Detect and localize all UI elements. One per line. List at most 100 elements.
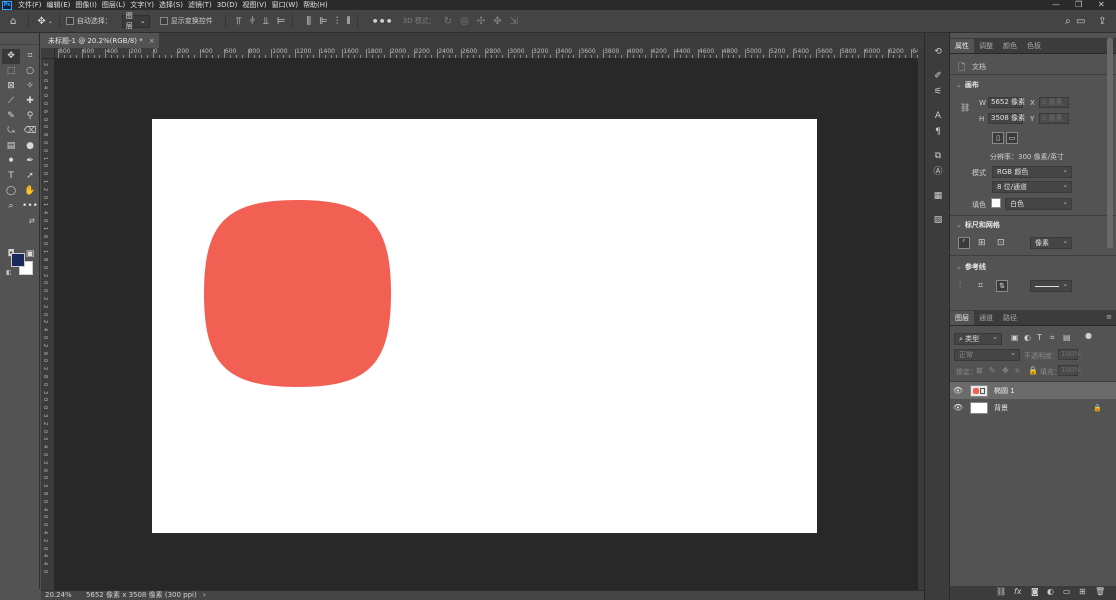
foreground-color-swatch[interactable] <box>11 253 25 267</box>
lock-transparent-icon[interactable]: ⊠ <box>976 366 983 375</box>
menu-item[interactable]: 编辑(E) <box>47 0 71 10</box>
delete-layer-icon[interactable]: 🗑 <box>1095 587 1105 596</box>
lock-all-icon[interactable]: 🔒 <box>1028 366 1038 375</box>
layers-panel-tab[interactable]: 通道 <box>974 311 998 325</box>
edit-toolbar-icon[interactable]: ••• <box>21 199 39 214</box>
show-grid-icon[interactable]: ⊞ <box>978 238 986 248</box>
search-icon[interactable]: ⌕ <box>1065 16 1071 27</box>
document-tab[interactable]: 未标题-1 @ 20.2%(RGB/8) * × <box>40 33 159 48</box>
minimize-button[interactable]: — <box>1052 0 1060 10</box>
menu-item[interactable]: 视图(V) <box>242 0 266 10</box>
toolbar-grip[interactable] <box>0 33 39 45</box>
canvas-section-title[interactable]: ⌄ 画布 <box>956 80 979 90</box>
artboard-tool-icon[interactable]: ⌗ <box>21 49 39 64</box>
pen-tool-icon[interactable]: ✒ <box>21 154 39 169</box>
new-layer-icon[interactable]: ⊞ <box>1079 587 1086 596</box>
close-tab-icon[interactable]: × <box>149 37 155 45</box>
distribute-top-icon[interactable]: ⫶ <box>336 16 339 27</box>
link-dimensions-icon[interactable]: ⛓ <box>960 103 970 112</box>
eyedropper-tool-icon[interactable]: ⟋ <box>2 94 20 109</box>
close-button[interactable]: ✕ <box>1098 0 1105 10</box>
color-mode-dropdown[interactable]: RGB 颜色 <box>992 165 1072 178</box>
more-options-icon[interactable]: ••• <box>372 15 393 28</box>
filter-type-icon[interactable]: T <box>1037 333 1042 342</box>
fill-color-swatch[interactable] <box>991 198 1001 208</box>
portrait-orientation-button[interactable]: ▯ <box>992 132 1004 144</box>
guide-layout-icon[interactable]: ⌗ <box>978 281 983 291</box>
opacity-field[interactable]: 100% <box>1058 349 1081 360</box>
align-vcenter-icon[interactable]: ⫩ <box>249 16 255 27</box>
menu-item[interactable]: 窗口(W) <box>272 0 298 10</box>
path-selection-tool-icon[interactable]: ➚ <box>21 169 39 184</box>
frame-tool-icon[interactable]: ⊠ <box>2 79 20 94</box>
stamp-tool-icon[interactable]: ⚲ <box>21 109 39 124</box>
history-brush-tool-icon[interactable]: ⤿ <box>2 124 20 139</box>
show-transform-checkbox[interactable] <box>159 17 168 25</box>
ellipse-1-shape[interactable] <box>204 200 391 387</box>
link-layers-icon[interactable]: ⛓ <box>996 587 1006 596</box>
new-adjustment-icon[interactable]: ◐ <box>1047 587 1054 596</box>
clone-source-panel-icon[interactable]: ⧉ <box>930 149 946 163</box>
libraries-panel-icon[interactable]: ▨ <box>930 213 946 227</box>
restore-button[interactable]: ❐ <box>1075 0 1082 10</box>
menu-item[interactable]: 帮助(H) <box>303 0 328 10</box>
show-rulers-button[interactable]: ⌜ <box>958 237 970 249</box>
blend-mode-dropdown[interactable]: 正常 <box>954 348 1020 361</box>
move-tool-preset-icon[interactable]: ✥ <box>37 16 45 27</box>
height-field[interactable]: 3508 像素 <box>988 113 1025 124</box>
vertical-ruler[interactable]: 2 0 0 4 0 0 6 0 0 8 0 0 1 0 0 1 2 0 1 4 0 1 6 0 1 8 0 2 0 0 2 2 0 2 4 0 2 6 0 2… <box>41 59 55 590</box>
zoom-level[interactable]: 20.24% <box>45 591 72 599</box>
character-panel-icon[interactable]: A <box>930 109 946 123</box>
horizontal-ruler[interactable]: 800 600 400 200 0 200 400 600 800 1000 1200 1400 160… <box>55 48 918 59</box>
eraser-tool-icon[interactable]: ⌫ <box>21 124 39 139</box>
properties-panel-tab[interactable]: 色板 <box>1022 39 1046 53</box>
align-left-icon[interactable]: ⊨ <box>277 16 286 27</box>
dodge-tool-icon[interactable]: ⚫ <box>2 154 20 169</box>
align-right-icon[interactable]: ⊫ <box>319 16 328 27</box>
layer-lock-icon[interactable]: 🔒 <box>1093 404 1102 412</box>
home-icon[interactable]: ⌂ <box>10 16 16 27</box>
marquee-tool-icon[interactable]: ⬚ <box>2 64 20 79</box>
properties-panel-tab[interactable]: 属性 <box>950 39 974 53</box>
filter-pixel-icon[interactable]: ▣ <box>1011 333 1019 342</box>
x-field[interactable]: 0 像素 <box>1039 97 1069 108</box>
lasso-tool-icon[interactable]: ○ <box>21 64 39 79</box>
filter-smart-object-icon[interactable]: ▤ <box>1063 333 1071 342</box>
share-icon[interactable]: ⇪ <box>1098 16 1106 27</box>
status-menu-arrow-icon[interactable]: › <box>203 591 206 599</box>
menu-item[interactable]: 选择(S) <box>159 0 183 10</box>
healing-brush-tool-icon[interactable]: ✚ <box>21 94 39 109</box>
layer-style-fx-icon[interactable]: fx <box>1014 587 1022 596</box>
document-canvas[interactable] <box>152 119 817 533</box>
auto-select-target-dropdown[interactable]: 图层 ⌄ <box>121 12 150 30</box>
swap-colors-icon[interactable]: ⇄ <box>29 217 35 225</box>
preset-chevron-icon[interactable]: ⌄ <box>48 18 53 25</box>
brush-tool-icon[interactable]: ✎ <box>2 109 20 124</box>
fill-dropdown[interactable]: 白色 <box>1005 197 1072 210</box>
menu-item[interactable]: 文件(F) <box>18 0 42 10</box>
canvas-area[interactable] <box>55 59 918 590</box>
bit-depth-dropdown[interactable]: 8 位/通道 <box>992 180 1072 193</box>
filter-shape-icon[interactable]: ⌗ <box>1050 333 1055 343</box>
guides-align-icon[interactable]: ⫶ <box>959 281 961 291</box>
width-field[interactable]: 5652 像素 <box>988 97 1025 108</box>
ruler-origin[interactable] <box>41 48 55 59</box>
new-group-icon[interactable]: ▭ <box>1063 587 1071 596</box>
history-panel-icon[interactable]: ⟲ <box>930 45 946 59</box>
y-field[interactable]: 0 像素 <box>1039 113 1069 124</box>
zoom-tool-icon[interactable]: ⌕ <box>2 199 20 214</box>
adjustments-panel-icon[interactable]: ⚟ <box>930 85 946 99</box>
panel-scrollbar-thumb[interactable] <box>1107 38 1113 248</box>
guide-style-dropdown[interactable] <box>1030 279 1072 292</box>
landscape-orientation-button[interactable]: ▭ <box>1006 132 1018 144</box>
type-tool-icon[interactable]: T <box>2 169 20 184</box>
move-tool-icon[interactable]: ✥ <box>2 49 20 64</box>
lock-artboard-icon[interactable]: ⌗ <box>1015 366 1020 376</box>
menu-item[interactable]: 3D(D) <box>217 0 238 10</box>
brush-settings-panel-icon[interactable]: ✐ <box>930 69 946 83</box>
filter-adjustment-icon[interactable]: ◐ <box>1024 333 1031 342</box>
fill-opacity-field[interactable]: 100% <box>1058 365 1081 376</box>
layers-panel-menu-icon[interactable]: ≡ <box>1106 313 1112 321</box>
layers-panel-tab[interactable]: 路径 <box>998 311 1022 325</box>
menu-item[interactable]: 文字(Y) <box>130 0 154 10</box>
